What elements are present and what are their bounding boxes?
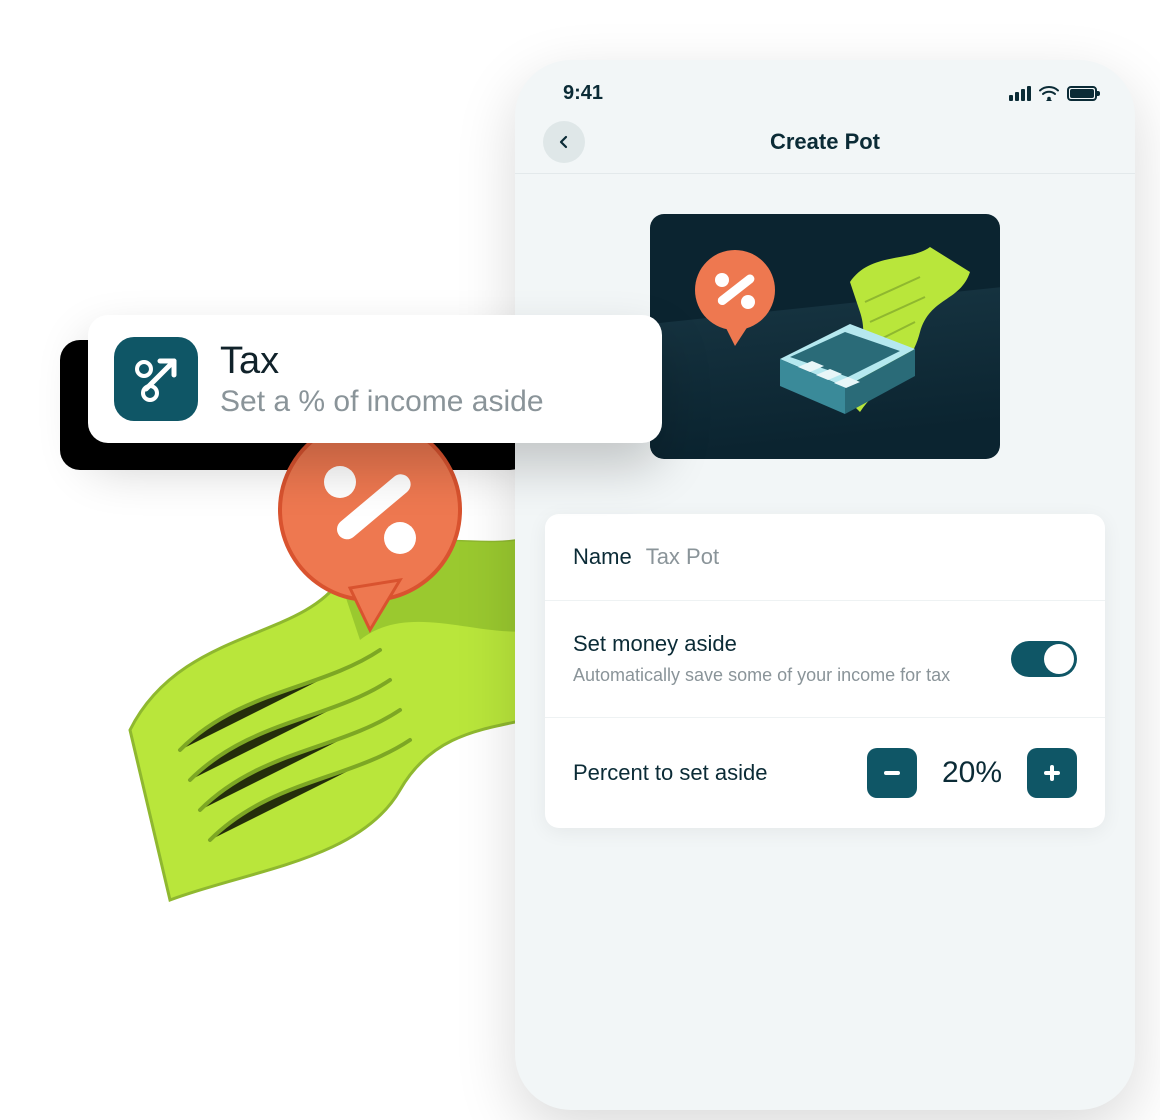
battery-icon (1067, 86, 1097, 101)
chevron-left-icon (557, 135, 571, 149)
callout-text: Tax Set a % of income aside (220, 340, 544, 419)
phone-frame: 9:41 Create Pot (515, 60, 1135, 1110)
signal-icon (1009, 86, 1031, 101)
name-row[interactable]: Name Tax Pot (545, 514, 1105, 601)
set-aside-toggle[interactable] (1011, 641, 1077, 677)
calculator-icon (770, 309, 920, 419)
callout-subtitle: Set a % of income aside (220, 385, 544, 419)
percent-bubble-icon (690, 248, 790, 348)
percent-label: Percent to set aside (573, 760, 767, 786)
status-icons (1009, 86, 1097, 101)
tax-callout-card[interactable]: Tax Set a % of income aside (88, 315, 662, 443)
page-title: Create Pot (515, 129, 1135, 155)
name-label: Name (573, 544, 632, 570)
plus-icon (1041, 762, 1063, 784)
set-aside-title: Set money aside (573, 631, 991, 657)
minus-icon (881, 762, 903, 784)
percent-row: Percent to set aside 20% (545, 718, 1105, 828)
increment-button[interactable] (1027, 748, 1077, 798)
callout-title: Tax (220, 340, 544, 383)
percent-arrow-icon (130, 353, 182, 405)
percent-value: 20% (935, 756, 1009, 790)
back-button[interactable] (543, 121, 585, 163)
status-time: 9:41 (563, 82, 603, 105)
name-value: Tax Pot (646, 544, 719, 570)
nav-bar: Create Pot (515, 115, 1135, 174)
tax-app-icon (114, 337, 198, 421)
percent-stepper: 20% (867, 748, 1077, 798)
decrement-button[interactable] (867, 748, 917, 798)
form-panel: Name Tax Pot Set money aside Automatical… (545, 514, 1105, 828)
set-aside-row: Set money aside Automatically save some … (545, 601, 1105, 718)
pot-illustration-card (650, 214, 1000, 459)
status-bar: 9:41 (515, 60, 1135, 115)
wifi-icon (1039, 86, 1059, 101)
set-aside-subtitle: Automatically save some of your income f… (573, 663, 991, 687)
